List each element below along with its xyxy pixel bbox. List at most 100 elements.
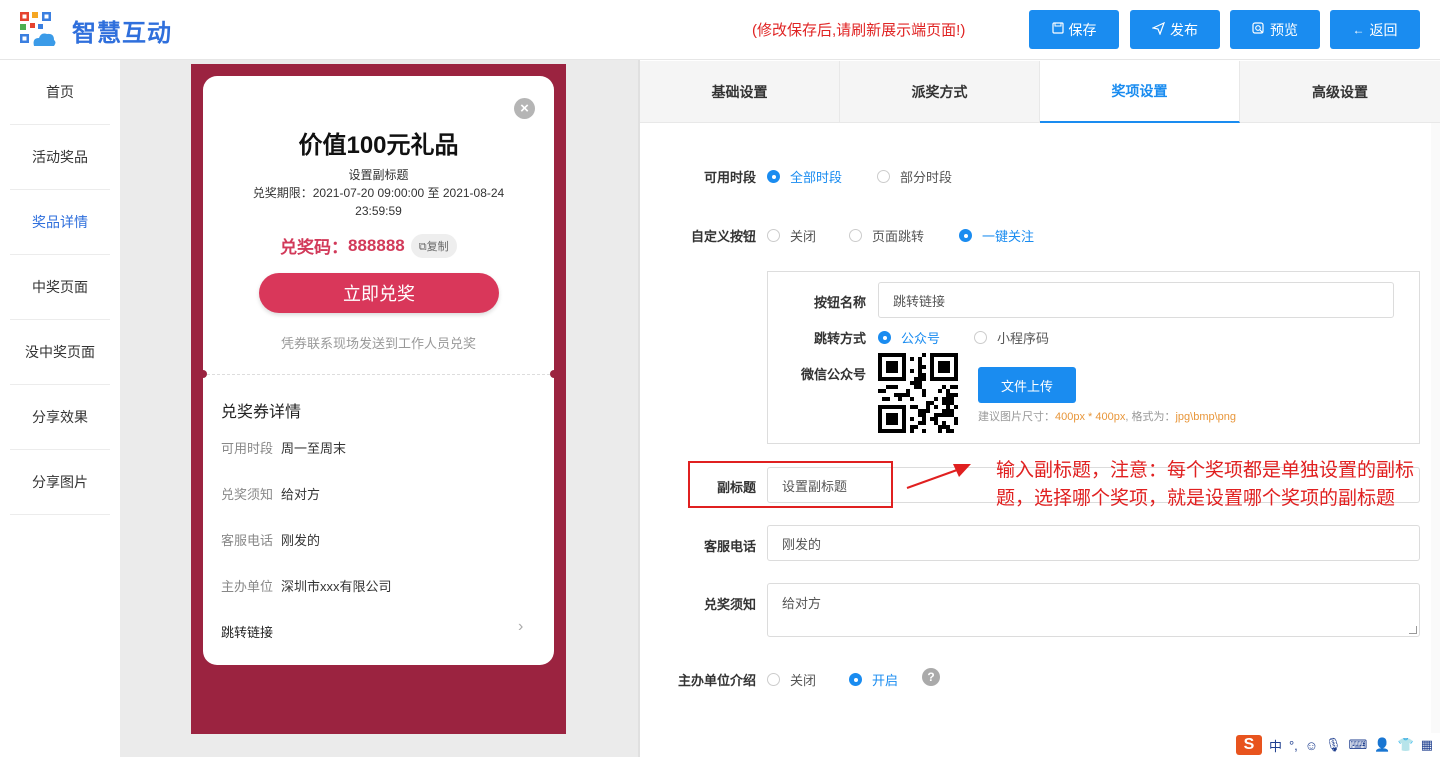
ime-punct[interactable]: °,: [1289, 738, 1298, 753]
radio-label: 关闭: [790, 229, 817, 244]
hint-mid: , 格式为：: [1125, 411, 1176, 423]
detail-row: 可用时段 周一至周末: [221, 438, 346, 457]
radio-dot: [959, 229, 972, 242]
redeem-now-button[interactable]: 立即兑奖: [259, 273, 499, 313]
detail-value: 给对方: [281, 487, 321, 502]
radio-label: 开启: [872, 673, 899, 688]
copy-button[interactable]: ⧉复制: [410, 233, 457, 258]
detail-value: 深圳市xxx有限公司: [281, 579, 392, 594]
sidebar-item-lose-page[interactable]: 没中奖页面: [10, 320, 110, 385]
annotation-text: 输入副标题，注意：每个奖项都是单独设置的副标题，选择哪个奖项，就是设置哪个奖项的…: [996, 460, 1415, 509]
wechat-account-label: 微信公众号: [800, 367, 866, 382]
sidebar-item-home[interactable]: 首页: [10, 60, 110, 125]
copy-button-label: 复制: [426, 240, 449, 253]
save-notice: (修改保存后,请刷新展示端页面!): [752, 22, 966, 39]
settings-tabs: 基础设置 派奖方式 奖项设置 高级设置: [640, 61, 1440, 123]
brand-name: 智慧互动: [72, 19, 172, 47]
scrollbar[interactable]: [1431, 123, 1440, 757]
code-label: 兑奖码：: [280, 238, 348, 257]
back-button[interactable]: ← 返回: [1330, 10, 1420, 49]
save-button[interactable]: 保存: [1029, 10, 1119, 49]
detail-value: 周一至周末: [281, 441, 347, 456]
publish-button[interactable]: 发布: [1130, 10, 1220, 49]
publish-button-label: 发布: [1170, 21, 1198, 38]
qr-code-image: [878, 353, 958, 433]
radio-label: 一键关注: [982, 229, 1035, 244]
sidebar-item-prizes[interactable]: 活动奖品: [10, 125, 110, 190]
highlight-frame: [688, 461, 893, 508]
radio-dot: [767, 673, 780, 686]
radio-mini-program-code[interactable]: 小程序码: [974, 328, 1049, 347]
details-title: 兑奖券详情: [221, 404, 302, 421]
redeem-hint: 凭券联系现场发送到工作人员兑奖: [280, 336, 476, 351]
card-notch-right: [550, 370, 558, 378]
microphone-icon[interactable]: 🎙: [1325, 737, 1342, 753]
panel-divider[interactable]: [638, 60, 640, 757]
phone-label: 客服电话: [703, 539, 756, 554]
phone-input[interactable]: 刚发的: [767, 525, 1420, 561]
shirt-icon[interactable]: 👕: [1398, 737, 1414, 753]
radio-organizer-on[interactable]: 开启: [849, 670, 898, 689]
radio-dot: [849, 673, 862, 686]
jump-mode-label: 跳转方式: [813, 331, 866, 346]
keyboard-icon[interactable]: ⌨: [1349, 737, 1368, 753]
grid-icon[interactable]: ▦: [1421, 737, 1433, 753]
brand-logo[interactable]: 智慧互动: [18, 10, 172, 50]
detail-key: 兑奖须知: [221, 487, 274, 502]
radio-one-click-follow[interactable]: 一键关注: [959, 226, 1034, 245]
close-icon[interactable]: ×: [514, 98, 535, 119]
help-icon[interactable]: ?: [922, 668, 940, 686]
back-arrow-icon: ←: [1352, 22, 1365, 37]
radio-organizer-off[interactable]: 关闭: [767, 670, 816, 689]
ime-toolbar: S 中 °, ☺ 🎙 ⌨ 👤 👕 ▦: [1233, 733, 1440, 757]
detail-value: 刚发的: [281, 533, 321, 548]
button-name-input[interactable]: 跳转链接: [878, 282, 1394, 318]
radio-partial-time[interactable]: 部分时段: [877, 167, 952, 186]
resize-handle-icon[interactable]: [1409, 626, 1417, 634]
detail-key: 主办单位: [221, 579, 274, 594]
tab-basic-settings[interactable]: 基础设置: [640, 61, 840, 122]
emoji-icon[interactable]: ☺: [1305, 738, 1318, 753]
organizer-label: 主办单位介绍: [677, 673, 756, 688]
sidebar-item-win-page[interactable]: 中奖页面: [10, 255, 110, 320]
sidebar-item-share-image[interactable]: 分享图片: [10, 450, 110, 515]
copy-icon: ⧉: [418, 240, 427, 253]
upload-hint: 建议图片尺寸：400px * 400px, 格式为：jpg\bmp\png: [978, 408, 1236, 424]
radio-label: 小程序码: [997, 331, 1050, 346]
tab-award-method[interactable]: 派奖方式: [840, 61, 1040, 122]
tab-advanced-settings[interactable]: 高级设置: [1240, 61, 1440, 122]
detail-key: 可用时段: [221, 441, 274, 456]
radio-label: 关闭: [790, 673, 817, 688]
redeem-code: 兑奖码： 888888 ⧉复制: [280, 233, 457, 258]
code-value: 888888: [348, 235, 405, 255]
tab-prize-settings[interactable]: 奖项设置: [1040, 61, 1240, 123]
ime-lang[interactable]: 中: [1269, 736, 1282, 755]
preview-button[interactable]: 预览: [1230, 10, 1320, 49]
radio-label: 公众号: [901, 331, 941, 346]
custom-button-label: 自定义按钮: [690, 229, 756, 244]
back-button-label: 返回: [1369, 21, 1398, 38]
radio-dot: [767, 170, 780, 183]
sidebar: 首页 活动奖品 奖品详情 中奖页面 没中奖页面 分享效果 分享图片: [0, 60, 120, 757]
jump-link[interactable]: 跳转链接: [221, 622, 273, 641]
radio-label: 全部时段: [790, 170, 843, 185]
sidebar-item-prize-detail[interactable]: 奖品详情: [10, 190, 110, 255]
send-icon: [1151, 21, 1166, 38]
sogou-ime-icon[interactable]: S: [1236, 735, 1262, 755]
prize-title: 价值100元礼品: [298, 132, 459, 159]
file-upload-button[interactable]: 文件上传: [978, 367, 1076, 403]
radio-label: 部分时段: [900, 170, 953, 185]
button-name-label: 按钮名称: [813, 295, 866, 310]
radio-dot: [974, 331, 987, 344]
hint-size: 400px * 400px: [1055, 411, 1126, 423]
detail-row: 客服电话 刚发的: [221, 530, 320, 549]
available-time-label: 可用时段: [703, 170, 756, 185]
sidebar-item-share-effect[interactable]: 分享效果: [10, 385, 110, 450]
card-divider: [207, 374, 550, 375]
notice-textarea[interactable]: 给对方: [767, 583, 1420, 637]
radio-button-off[interactable]: 关闭: [767, 226, 816, 245]
radio-page-jump[interactable]: 页面跳转: [849, 226, 924, 245]
radio-all-time[interactable]: 全部时段: [767, 167, 842, 186]
user-icon[interactable]: 👤: [1374, 737, 1390, 753]
radio-official-account[interactable]: 公众号: [878, 328, 940, 347]
